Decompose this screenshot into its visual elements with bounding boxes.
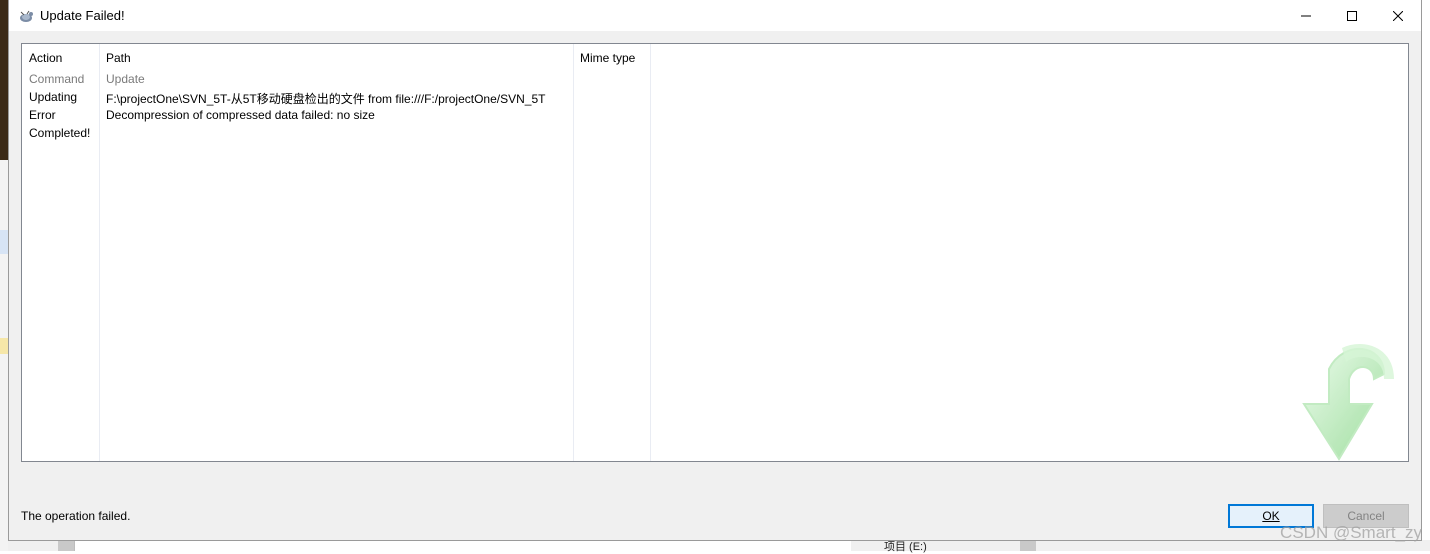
background-strip bbox=[0, 0, 8, 160]
list-item-path: Decompression of compressed data failed:… bbox=[106, 108, 375, 122]
background-strip bbox=[0, 230, 8, 254]
window-title: Update Failed! bbox=[40, 8, 125, 23]
status-message: The operation failed. bbox=[21, 509, 131, 523]
background-scroll-arrow bbox=[1020, 540, 1036, 551]
column-header-path[interactable]: Path bbox=[106, 51, 131, 65]
maximize-icon bbox=[1347, 8, 1357, 24]
tortoisesvn-icon bbox=[18, 8, 34, 24]
column-header-action[interactable]: Action bbox=[29, 51, 62, 65]
close-button[interactable] bbox=[1375, 0, 1421, 31]
column-header-mime-type[interactable]: Mime type bbox=[580, 51, 635, 65]
list-item[interactable]: Command Update bbox=[22, 72, 1408, 90]
update-log-list[interactable]: Action Path Mime type Command Update Upd… bbox=[21, 43, 1409, 462]
update-arrow-icon bbox=[1284, 334, 1408, 464]
list-item[interactable]: Error Decompression of compressed data f… bbox=[22, 108, 1408, 126]
list-item-action: Updating bbox=[29, 90, 78, 104]
title-bar[interactable]: Update Failed! bbox=[9, 0, 1421, 31]
window-controls bbox=[1283, 0, 1421, 31]
maximize-button[interactable] bbox=[1329, 0, 1375, 31]
minimize-button[interactable] bbox=[1283, 0, 1329, 31]
list-item-path: Update bbox=[106, 72, 145, 86]
background-app-bottom: 项目 (E:) bbox=[8, 540, 1430, 553]
background-scroll-arrow bbox=[58, 540, 74, 551]
close-icon bbox=[1392, 8, 1404, 24]
ok-button-label: OK bbox=[1262, 509, 1280, 523]
background-panel bbox=[74, 540, 851, 551]
update-failed-dialog: Update Failed! Action Path Mime type Com… bbox=[8, 0, 1422, 541]
list-item-action: Error bbox=[29, 108, 56, 122]
list-item-path: F:\projectOne\SVN_5T-从5T移动硬盘检出的文件 from f… bbox=[106, 92, 546, 106]
list-item-action: Completed! bbox=[29, 126, 91, 140]
list-item[interactable]: Completed! bbox=[22, 126, 1408, 144]
minimize-icon bbox=[1301, 8, 1311, 24]
background-app-left bbox=[0, 0, 8, 551]
list-item[interactable]: Updating F:\projectOne\SVN_5T-从5T移动硬盘检出的… bbox=[22, 90, 1408, 108]
background-strip bbox=[0, 338, 8, 354]
cancel-button-label: Cancel bbox=[1347, 509, 1385, 523]
watermark: CSDN @Smart_zy bbox=[1280, 523, 1422, 542]
list-item-action: Command bbox=[29, 72, 85, 86]
